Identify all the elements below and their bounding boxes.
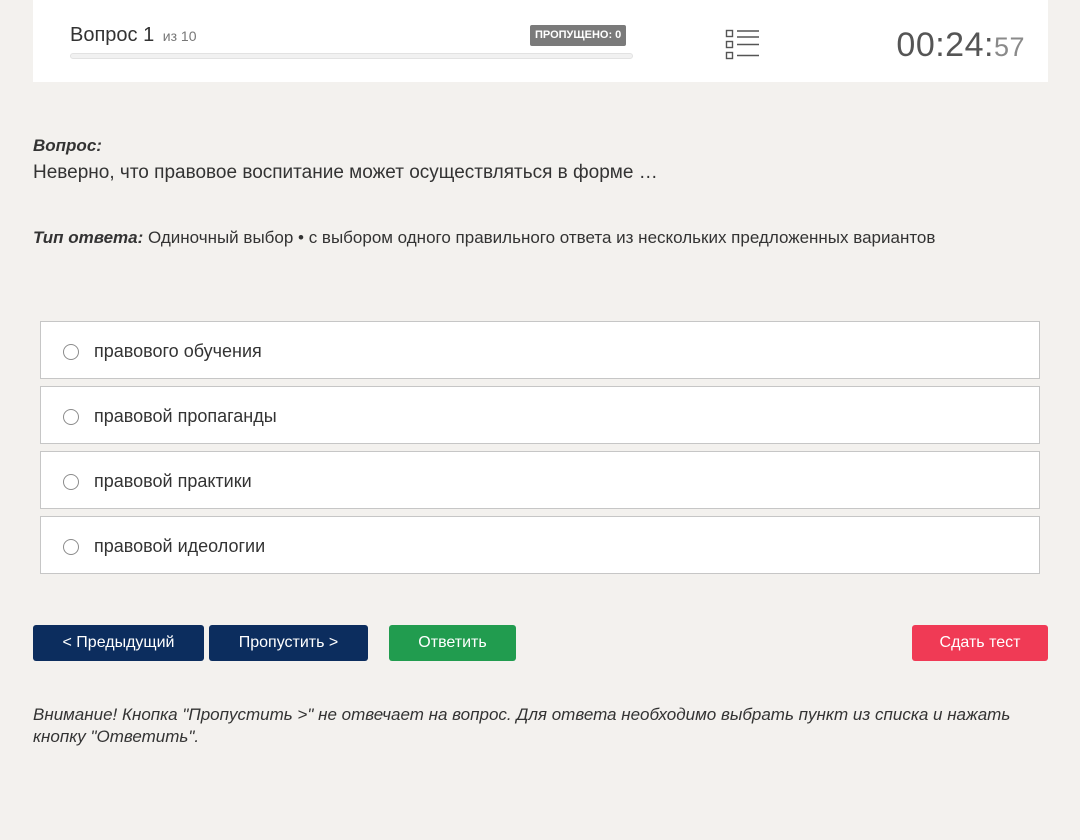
finish-test-button[interactable]: Сдать тест — [912, 625, 1048, 661]
question-total: из 10 — [162, 28, 197, 44]
answer-option[interactable]: правовой идеологии — [40, 516, 1040, 574]
answer-button[interactable]: Ответить — [389, 625, 516, 661]
option-label: правовой практики — [94, 471, 252, 491]
radio-button[interactable] — [63, 409, 79, 425]
option-label: правовой идеологии — [94, 536, 266, 556]
skip-button[interactable]: Пропустить > — [209, 625, 368, 661]
answer-type: Тип ответа: Одиночный выбор • с выбором … — [33, 228, 935, 248]
question-number: 1 — [143, 24, 155, 46]
timer-seconds: 57 — [993, 32, 1025, 62]
countdown-timer: 00:24:57 — [896, 26, 1025, 65]
question-text: Неверно, что правовое воспитание может о… — [33, 162, 658, 183]
option-label: правовой пропаганды — [94, 406, 277, 426]
answer-options: правового обучения правовой пропаганды п… — [40, 321, 1040, 581]
radio-button[interactable] — [63, 344, 79, 360]
answer-option[interactable]: правового обучения — [40, 321, 1040, 379]
radio-button[interactable] — [63, 474, 79, 490]
answer-type-value: Одиночный выбор • с выбором одного прави… — [143, 228, 936, 247]
question-word: Вопрос — [70, 24, 138, 46]
question-counter: Вопрос 1 из 10 — [70, 24, 197, 47]
answer-type-label: Тип ответа: — [33, 228, 144, 247]
timer-main: 00:24: — [896, 26, 994, 64]
progress-bar — [70, 53, 633, 59]
previous-button[interactable]: < Предыдущий — [33, 625, 204, 661]
option-label: правового обучения — [94, 341, 262, 361]
question-list-icon[interactable] — [723, 26, 763, 62]
question-label: Вопрос: — [33, 136, 102, 155]
skip-warning-notice: Внимание! Кнопка "Пропустить >" не отвеч… — [33, 705, 1011, 746]
answer-option[interactable]: правовой практики — [40, 451, 1040, 509]
radio-button[interactable] — [63, 539, 79, 555]
answer-option[interactable]: правовой пропаганды — [40, 386, 1040, 444]
quiz-header: Вопрос 1 из 10 ПРОПУЩЕНО: 0 00:24:57 — [33, 0, 1048, 82]
skipped-badge: ПРОПУЩЕНО: 0 — [530, 25, 627, 46]
